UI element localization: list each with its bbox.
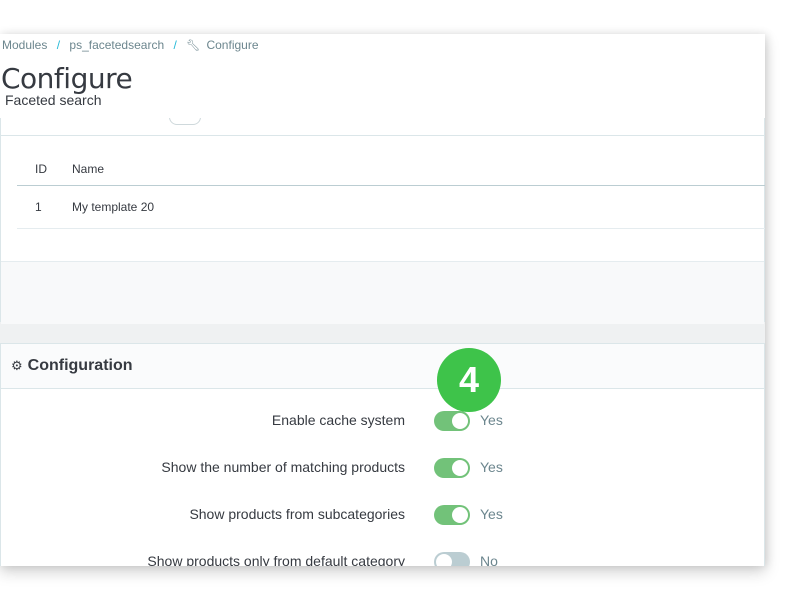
table-row[interactable]: 1 My template 20	[17, 186, 765, 229]
toggle-switch[interactable]	[434, 458, 470, 478]
page-subtitle: Faceted search	[5, 92, 102, 108]
breadcrumb-separator: /	[56, 38, 61, 52]
table-header-row: ID Name	[17, 153, 765, 186]
toggle-state: No	[480, 553, 498, 566]
configuration-panel: ⚙ Configuration Enable cache system Yes …	[0, 343, 765, 566]
toggle-state: Yes	[480, 412, 503, 428]
breadcrumb-modules[interactable]: Modules	[2, 38, 47, 52]
option-default-category-only: Show products only from default category…	[1, 549, 765, 566]
templates-panel: ID Name 1 My template 20	[0, 94, 765, 324]
option-show-matching-count: Show the number of matching products Yes	[1, 455, 765, 479]
configuration-heading: ⚙ Configuration	[1, 344, 764, 389]
toggle-knob	[452, 413, 468, 429]
configuration-title: Configuration	[27, 357, 133, 374]
toggle-knob	[436, 554, 452, 566]
option-label: Show products from subcategories	[189, 506, 405, 522]
option-enable-cache: Enable cache system Yes	[1, 408, 765, 432]
page-title: Configure	[1, 62, 133, 95]
cell-id: 1	[35, 200, 42, 214]
breadcrumb: Modules / ps_facetedsearch / 🔧︎ Configur…	[2, 38, 259, 52]
toggle-switch[interactable]	[434, 505, 470, 525]
cogs-icon: ⚙	[11, 358, 23, 373]
templates-panel-footer	[1, 261, 764, 324]
wrench-icon: 🔧︎	[186, 40, 201, 52]
breadcrumb-module[interactable]: ps_facetedsearch	[69, 38, 164, 52]
column-header-name[interactable]: Name	[72, 162, 765, 176]
column-header-id[interactable]: ID	[17, 162, 72, 176]
breadcrumb-current: Configure	[206, 38, 259, 52]
step-number-badge: 4	[437, 348, 501, 412]
page-header: Modules / ps_facetedsearch / 🔧︎ Configur…	[0, 34, 765, 118]
toggle-switch[interactable]	[434, 552, 470, 566]
toggle-knob	[452, 460, 468, 476]
cell-name[interactable]: My template 20	[72, 200, 765, 214]
toggle-knob	[452, 507, 468, 523]
option-label: Show products only from default category	[147, 553, 405, 566]
option-show-subcategories: Show products from subcategories Yes	[1, 502, 765, 526]
option-label: Show the number of matching products	[161, 459, 405, 475]
toggle-switch[interactable]	[434, 411, 470, 431]
templates-table: ID Name 1 My template 20	[17, 153, 765, 229]
breadcrumb-separator: /	[173, 38, 177, 52]
toggle-state: Yes	[480, 506, 503, 522]
admin-page: ID Name 1 My template 20 ⚙ Configuration…	[0, 34, 765, 566]
toggle-state: Yes	[480, 459, 503, 475]
option-label: Enable cache system	[271, 412, 405, 428]
